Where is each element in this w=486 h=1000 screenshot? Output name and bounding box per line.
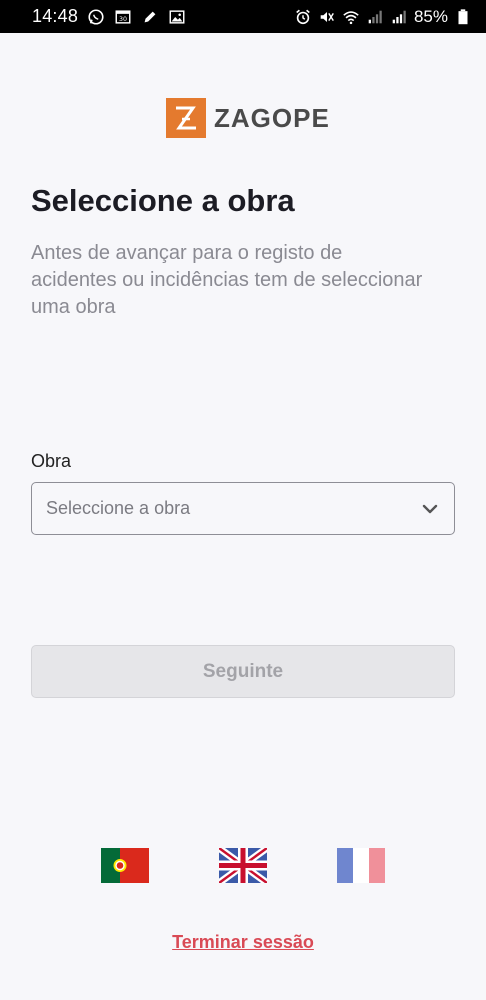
svg-text:30: 30 <box>119 16 127 23</box>
image-icon <box>168 8 186 26</box>
language-selector <box>0 848 486 884</box>
obra-select-placeholder: Seleccione a obra <box>46 498 191 518</box>
portugal-flag-icon[interactable] <box>101 848 149 883</box>
logo-text: ZAGOPE <box>214 102 330 133</box>
uk-flag-icon[interactable] <box>219 848 267 883</box>
signal-icon-2 <box>390 8 408 26</box>
status-left: 14:48 30 <box>32 6 186 27</box>
page-subtitle: Antes de avançar para o registo de acide… <box>31 242 423 318</box>
obra-label: Obra <box>31 451 72 471</box>
pencil-icon <box>141 8 159 26</box>
alarm-icon <box>294 8 312 26</box>
wifi-icon <box>342 8 360 26</box>
zagope-logo-icon <box>166 98 206 138</box>
battery-icon <box>454 8 472 26</box>
logout-link[interactable]: Terminar sessão <box>0 932 486 953</box>
mute-icon <box>318 8 336 26</box>
next-button[interactable]: Seguinte <box>31 645 455 698</box>
signal-icon <box>366 8 384 26</box>
obra-select[interactable]: Seleccione a obra <box>31 482 455 535</box>
france-flag-icon[interactable] <box>337 848 385 883</box>
page-title: Seleccione a obra <box>31 183 295 218</box>
calendar-icon: 30 <box>114 8 132 26</box>
app-logo: ZAGOPE <box>166 98 330 138</box>
whatsapp-icon <box>87 8 105 26</box>
status-time: 14:48 <box>32 6 79 26</box>
status-bar: 14:48 30 85% <box>0 0 486 33</box>
chevron-down-icon <box>420 499 440 519</box>
status-right: 85% <box>294 7 472 27</box>
battery-percentage: 85% <box>413 6 448 26</box>
